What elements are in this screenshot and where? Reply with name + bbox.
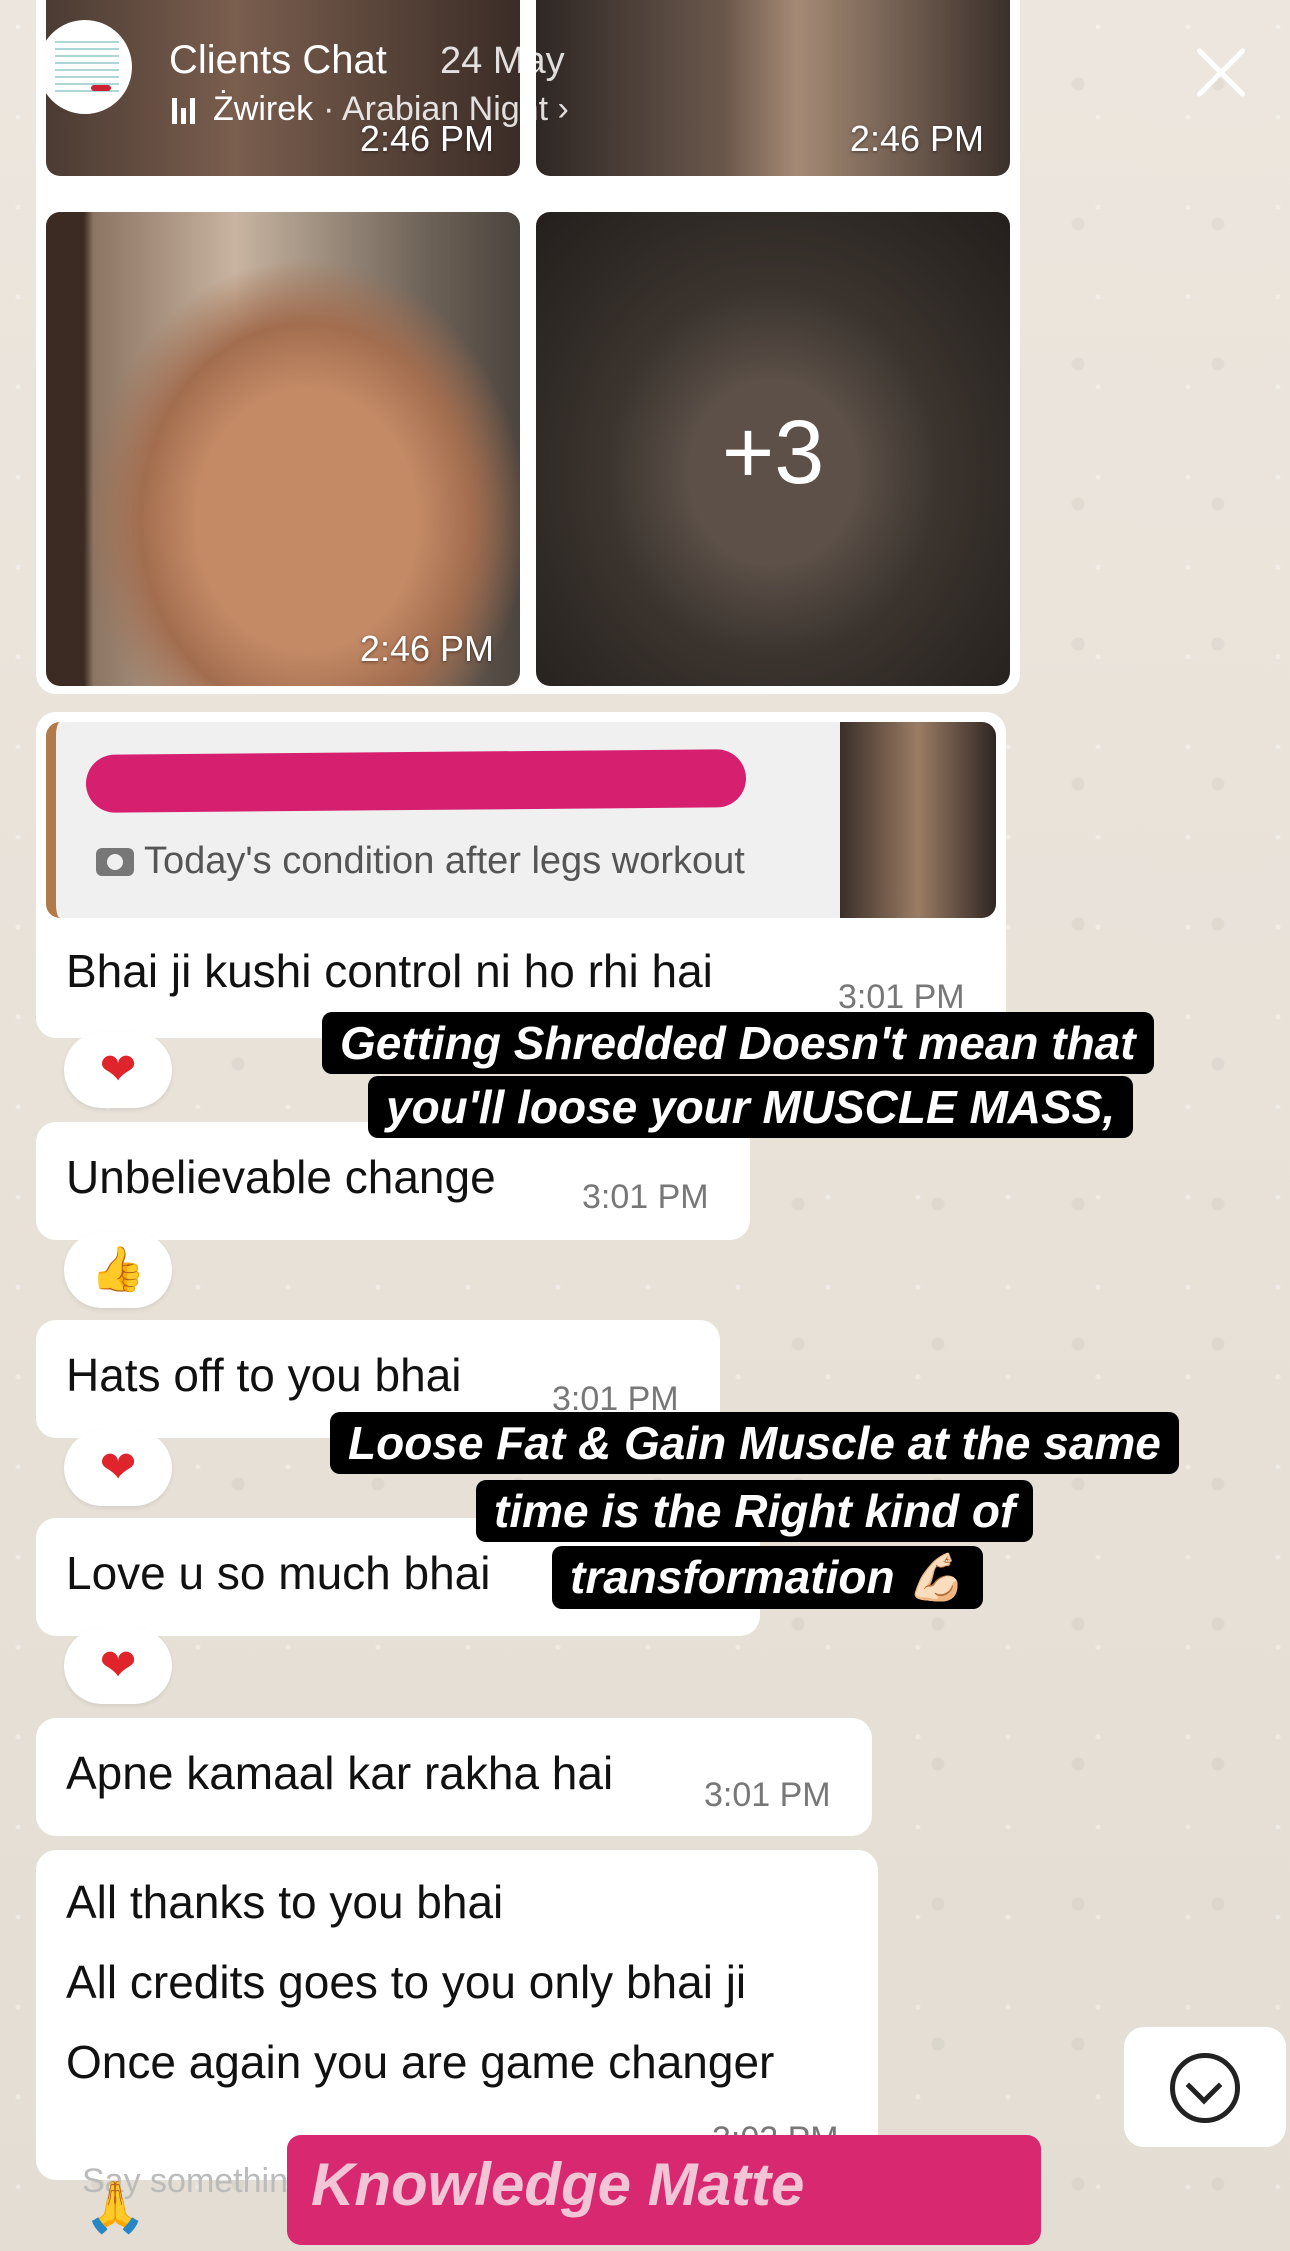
- heart-reaction[interactable]: ❤: [64, 1032, 172, 1108]
- story-header: Clients Chat 24 May Żwirek · Arabian Nig…: [38, 20, 1258, 130]
- redaction-mark: [85, 749, 747, 813]
- message-line: All thanks to you bhai: [66, 1876, 504, 1928]
- quoted-caption: Today's condition after legs workout: [96, 840, 745, 883]
- quoted-caption-text: Today's condition after legs workout: [144, 840, 745, 882]
- heart-reaction[interactable]: ❤: [64, 1430, 172, 1506]
- heart-reaction[interactable]: ❤: [64, 1628, 172, 1704]
- more-photos-count: +3: [721, 403, 825, 503]
- message-text: Love u so much bhai: [66, 1547, 491, 1599]
- photo-time: 2:46 PM: [359, 628, 494, 669]
- music-artist: Żwirek: [213, 90, 314, 128]
- message-bubble[interactable]: Apne kamaal kar rakha hai 3:01 PM: [36, 1718, 872, 1836]
- overlay-caption: Getting Shredded Doesn't mean that: [322, 1012, 1154, 1074]
- quoted-thumbnail: [840, 722, 996, 918]
- message-text: Bhai ji kushi control ni ho rhi hai: [66, 945, 713, 997]
- message-time: 3:01 PM: [704, 1776, 831, 1814]
- close-icon[interactable]: [1184, 38, 1254, 108]
- photo-more[interactable]: +3: [536, 212, 1010, 686]
- thumbs-up-reaction[interactable]: 👍: [64, 1232, 172, 1308]
- music-bars-icon: [172, 96, 195, 124]
- quoted-message[interactable]: Today's condition after legs workout: [46, 722, 996, 918]
- message-line: All credits goes to you only bhai ji: [66, 1956, 747, 2008]
- overlay-caption: Loose Fat & Gain Muscle at the same: [330, 1412, 1179, 1474]
- story-music[interactable]: Żwirek · Arabian Night ›: [172, 90, 569, 129]
- message-bubble[interactable]: Unbelievable change 3:01 PM: [36, 1122, 750, 1240]
- message-bubble[interactable]: All thanks to you bhai All credits goes …: [36, 1850, 878, 2180]
- camera-icon: [96, 847, 134, 876]
- message-line: Once again you are game changer: [66, 2036, 775, 2088]
- pray-reaction[interactable]: 🙏: [84, 2178, 146, 2237]
- story-date: 24 May: [440, 40, 565, 82]
- music-track: · Arabian Night ›: [323, 90, 569, 128]
- scroll-to-bottom-button[interactable]: [1124, 2027, 1286, 2147]
- story-title[interactable]: Clients Chat: [169, 38, 387, 83]
- overlay-caption: transformation 💪🏻: [552, 1546, 983, 1609]
- message-time: 3:01 PM: [582, 1178, 709, 1216]
- avatar[interactable]: [38, 20, 132, 114]
- overlay-caption: time is the Right kind of: [476, 1480, 1034, 1542]
- overlay-caption: you'll loose your MUSCLE MASS,: [368, 1076, 1134, 1138]
- photo-3[interactable]: 2:46 PM: [46, 212, 520, 686]
- reply-message[interactable]: Today's condition after legs workout Bha…: [36, 712, 1006, 1038]
- message-text: Hats off to you bhai: [66, 1349, 462, 1401]
- message-text: Unbelievable change: [66, 1151, 496, 1203]
- knowledge-banner: Knowledge Matte: [287, 2135, 1041, 2245]
- message-text: Apne kamaal kar rakha hai: [66, 1747, 614, 1799]
